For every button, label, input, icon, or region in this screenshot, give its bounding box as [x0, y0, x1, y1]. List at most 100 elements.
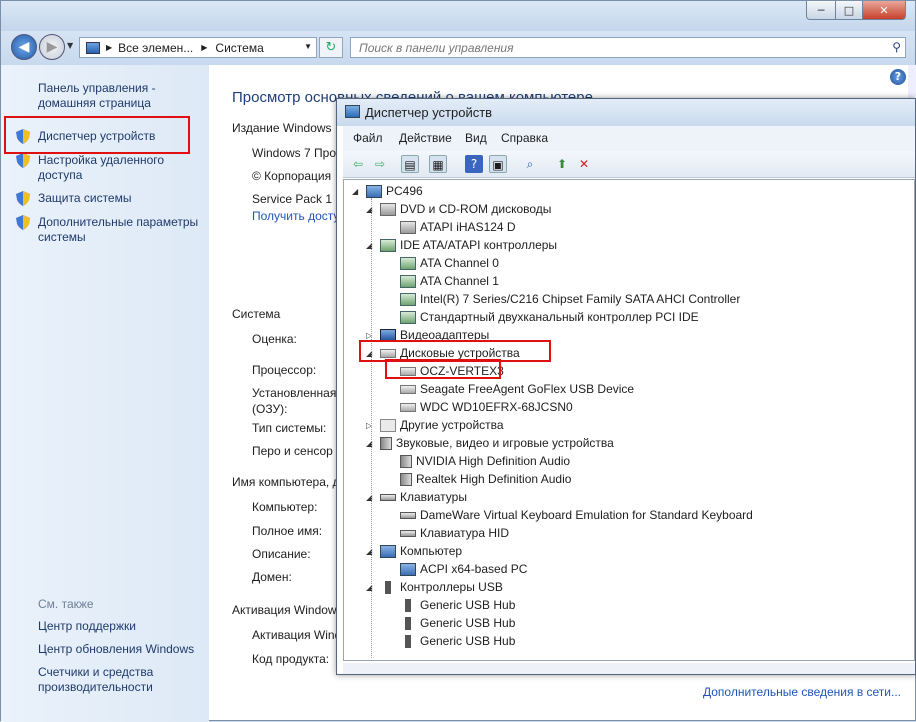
activation-row: Активация Wind [252, 628, 342, 642]
sidebar-item-advanced[interactable]: Дополнительные параметры системы [16, 215, 203, 245]
action-pane-icon[interactable]: ▣ [489, 155, 507, 173]
device-manager-title-bar: Диспетчер устройств [337, 99, 915, 126]
forward-icon[interactable]: ⇨ [371, 155, 389, 173]
name-row: Компьютер: [252, 500, 318, 514]
close-button[interactable]: ✕ [862, 1, 906, 20]
tree-device[interactable]: ATAPI iHAS124 D [400, 218, 516, 236]
tree-node-label: ATAPI iHAS124 D [420, 220, 516, 234]
usb-icon [405, 616, 411, 630]
name-row: Домен: [252, 570, 292, 584]
tree-device[interactable]: ATA Channel 0 [400, 254, 499, 272]
tree-device[interactable]: Realtek High Definition Audio [400, 470, 571, 488]
see-also-action-center[interactable]: Центр поддержки [38, 619, 136, 634]
shield-icon [16, 215, 30, 230]
tree-node-label: Generic USB Hub [420, 598, 516, 612]
update-driver-icon[interactable]: ⬆ [553, 155, 571, 173]
breadcrumb-all-items[interactable]: Все элемен... [118, 41, 193, 55]
forward-button[interactable]: ▶ [39, 34, 65, 60]
tree-category[interactable]: IDE ATA/ATAPI контроллеры [380, 236, 557, 254]
tree-device[interactable]: NVIDIA High Definition Audio [400, 452, 570, 470]
tree-device[interactable]: Generic USB Hub [400, 614, 515, 632]
tree-category[interactable]: Контроллеры USB [380, 578, 503, 596]
tree-device[interactable]: Seagate FreeAgent GoFlex USB Device [400, 380, 634, 398]
menu-view[interactable]: Вид [465, 131, 487, 145]
sidebar-item-remote[interactable]: Настройка удаленного доступа [16, 153, 188, 183]
usb-icon [405, 598, 411, 612]
arrow-right-icon: ▶ [46, 39, 58, 55]
controller-icon [400, 310, 416, 324]
tree-device[interactable]: Клавиатура HID [400, 524, 509, 542]
tree-node-label: Другие устройства [400, 418, 504, 432]
address-bar[interactable]: ▶ Все элемен... ▶ Система ▼ [79, 37, 317, 58]
chevron-down-icon[interactable]: ▼ [304, 42, 312, 51]
system-row: Процессор: [252, 363, 317, 377]
tree-device[interactable]: Intel(R) 7 Series/C216 Chipset Family SA… [400, 290, 740, 308]
properties-icon[interactable]: ▦ [429, 155, 447, 173]
see-also-performance[interactable]: Счетчики и средства производительности [38, 665, 188, 695]
tree-node-label: ATA Channel 0 [420, 256, 499, 270]
tree-node-label: Intel(R) 7 Series/C216 Chipset Family SA… [420, 292, 741, 306]
tree-category[interactable]: Другие устройства [380, 416, 504, 434]
tree-category[interactable]: DVD и CD-ROM дисководы [380, 200, 551, 218]
breadcrumb-system[interactable]: Система [215, 41, 263, 55]
system-row: Установленная (ОЗУ): [252, 386, 337, 416]
tree-node-label: NVIDIA High Definition Audio [416, 454, 571, 468]
search-icon[interactable]: ⚲ [892, 40, 901, 54]
minimize-button[interactable]: ─ [806, 1, 836, 20]
status-bar [343, 663, 915, 674]
name-row: Описание: [252, 547, 311, 561]
edition-header: Издание Windows [232, 121, 332, 135]
shield-icon [16, 153, 30, 168]
tree-category[interactable]: Компьютер [380, 542, 462, 560]
edition-line: © Корпорация [252, 169, 332, 183]
menu-file[interactable]: Файл [353, 131, 383, 145]
speaker-icon [380, 436, 392, 450]
sidebar-item-label: Дополнительные параметры системы [38, 215, 199, 244]
device-manager-icon [345, 105, 360, 118]
search-placeholder: Поиск в панели управления [359, 41, 514, 55]
highlight-ocz-vertex3 [385, 359, 501, 379]
search-input[interactable]: Поиск в панели управления ⚲ [350, 37, 906, 58]
tree-category[interactable]: Звуковые, видео и игровые устройства [380, 434, 614, 452]
computer-icon [366, 184, 382, 198]
tree-node-label: Клавиатуры [400, 490, 467, 504]
tree-root[interactable]: ◢ PC496 [352, 182, 423, 200]
tree-node-label: Клавиатура HID [420, 526, 509, 540]
system-row: Перо и сенсор [252, 444, 333, 458]
device-manager-title: Диспетчер устройств [365, 105, 493, 120]
maximize-button[interactable]: □ [835, 1, 863, 20]
console-tree-icon[interactable]: ▤ [401, 155, 419, 173]
tree-device[interactable]: Стандартный двухканальный контроллер PCI… [400, 308, 699, 326]
scan-hardware-icon[interactable]: ⌕ [521, 155, 539, 173]
tree-category[interactable]: Клавиатуры [380, 488, 467, 506]
tree-device[interactable]: ACPI x64-based PC [400, 560, 527, 578]
uninstall-icon[interactable]: ✕ [575, 155, 593, 173]
computer-icon [380, 544, 396, 558]
tree-device[interactable]: DameWare Virtual Keyboard Emulation for … [400, 506, 753, 524]
see-also-windows-update[interactable]: Центр обновления Windows [38, 642, 194, 657]
tree-node-label: Контроллеры USB [400, 580, 503, 594]
name-row: Полное имя: [252, 524, 323, 538]
back-icon[interactable]: ⇦ [349, 155, 367, 173]
menu-help[interactable]: Справка [501, 131, 548, 145]
more-info-link[interactable]: Дополнительные сведения в сети... [703, 685, 901, 699]
tree-device[interactable]: WDC WD10EFRX-68JCSN0 [400, 398, 573, 416]
sidebar-home-link[interactable]: Панель управления - домашняя страница [38, 81, 198, 111]
tree-node-label: PC496 [386, 184, 423, 198]
device-manager-window: Диспетчер устройств Файл Действие Вид Сп… [336, 98, 916, 675]
refresh-button[interactable]: ↻ [319, 37, 343, 58]
help-icon[interactable]: ? [465, 155, 483, 173]
sidebar-item-protection[interactable]: Защита системы [16, 191, 131, 206]
get-access-link[interactable]: Получить досту [252, 209, 339, 223]
keyboard-icon [380, 493, 396, 501]
tree-device[interactable]: Generic USB Hub [400, 596, 515, 614]
help-icon[interactable]: ? [890, 69, 906, 85]
history-dropdown-icon[interactable]: ▼ [67, 41, 73, 50]
expand-icon[interactable]: ◢ [352, 187, 358, 196]
menu-action[interactable]: Действие [399, 131, 452, 145]
tree-node-label: Realtek High Definition Audio [416, 472, 572, 486]
tree-device[interactable]: Generic USB Hub [400, 632, 515, 650]
tree-device[interactable]: ATA Channel 1 [400, 272, 499, 290]
back-button[interactable]: ◀ [11, 34, 37, 60]
navigation-bar: ◀ ▶ ▼ ▶ Все элемен... ▶ Система ▼ ↻ Поис… [1, 31, 915, 65]
